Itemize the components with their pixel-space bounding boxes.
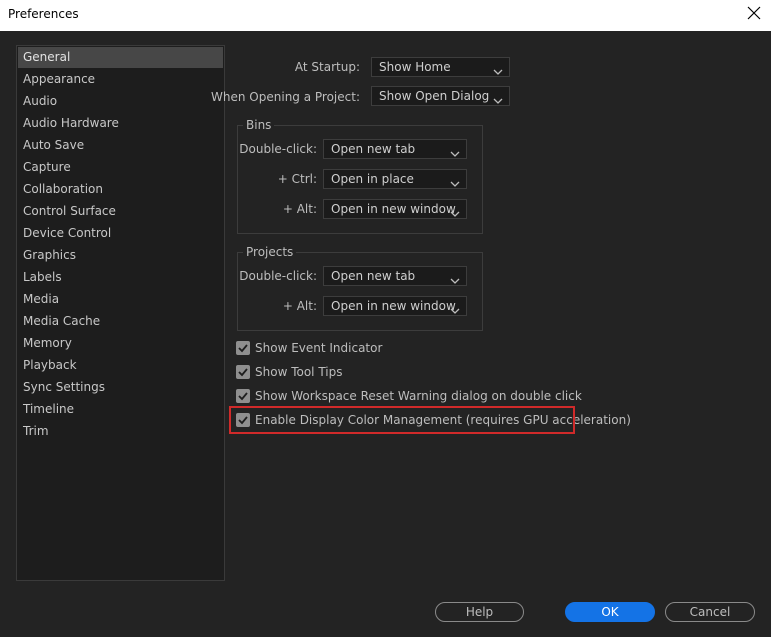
cancel-button[interactable]: Cancel (665, 602, 755, 622)
bins-alt-select[interactable]: Open in new window (323, 199, 467, 219)
sidebar-item-auto-save[interactable]: Auto Save (18, 135, 223, 156)
show-workspace-reset-warning-label: Show Workspace Reset Warning dialog on d… (255, 389, 582, 403)
sidebar-item-labels[interactable]: Labels (18, 267, 223, 288)
bins-alt-label: + Alt: (282, 202, 317, 216)
show-event-indicator-label: Show Event Indicator (255, 341, 383, 355)
sidebar-item-trim[interactable]: Trim (18, 421, 223, 442)
bins-ctrl-select[interactable]: Open in place (323, 169, 467, 189)
preferences-sidebar: General Appearance Audio Audio Hardware … (16, 45, 225, 581)
checkmark-icon (236, 341, 250, 355)
sidebar-item-media[interactable]: Media (18, 289, 223, 310)
sidebar-item-audio[interactable]: Audio (18, 91, 223, 112)
sidebar-item-device-control[interactable]: Device Control (18, 223, 223, 244)
checkmark-icon (236, 365, 250, 379)
projects-alt-select[interactable]: Open in new window (323, 296, 467, 316)
projects-group-title: Projects (243, 245, 297, 259)
bins-ctrl-label: + Ctrl: (277, 172, 317, 186)
at-startup-label: At Startup: (294, 60, 360, 74)
chevron-down-icon (450, 145, 460, 157)
when-opening-select[interactable]: Show Open Dialog (371, 86, 510, 106)
highlight-box (229, 406, 575, 434)
show-tool-tips-label: Show Tool Tips (255, 365, 343, 379)
bins-double-click-label: Double-click: (239, 142, 317, 156)
when-opening-label: When Opening a Project: (211, 90, 360, 104)
window-title: Preferences (8, 7, 79, 21)
sidebar-item-sync-settings[interactable]: Sync Settings (18, 377, 223, 398)
sidebar-item-capture[interactable]: Capture (18, 157, 223, 178)
projects-group (237, 252, 483, 331)
sidebar-item-graphics[interactable]: Graphics (18, 245, 223, 266)
bins-ctrl-value: Open in place (331, 172, 414, 186)
chevron-down-icon (493, 63, 503, 75)
chevron-down-icon (450, 302, 460, 314)
sidebar-item-collaboration[interactable]: Collaboration (18, 179, 223, 200)
sidebar-item-timeline[interactable]: Timeline (18, 399, 223, 420)
projects-alt-label: + Alt: (282, 299, 317, 313)
checkmark-icon (236, 389, 250, 403)
projects-double-click-label: Double-click: (239, 269, 317, 283)
sidebar-item-audio-hardware[interactable]: Audio Hardware (18, 113, 223, 134)
chevron-down-icon (450, 175, 460, 187)
at-startup-value: Show Home (379, 60, 451, 74)
close-icon[interactable] (747, 6, 761, 20)
bins-double-click-value: Open new tab (331, 142, 416, 156)
chevron-down-icon (450, 205, 460, 217)
sidebar-item-playback[interactable]: Playback (18, 355, 223, 376)
projects-double-click-select[interactable]: Open new tab (323, 266, 467, 286)
bins-double-click-select[interactable]: Open new tab (323, 139, 467, 159)
projects-alt-value: Open in new window (331, 299, 456, 313)
at-startup-select[interactable]: Show Home (371, 57, 510, 77)
help-button[interactable]: Help (435, 602, 524, 622)
sidebar-item-appearance[interactable]: Appearance (18, 69, 223, 90)
when-opening-value: Show Open Dialog (379, 89, 490, 103)
projects-double-click-value: Open new tab (331, 269, 416, 283)
sidebar-item-media-cache[interactable]: Media Cache (18, 311, 223, 332)
sidebar-item-control-surface[interactable]: Control Surface (18, 201, 223, 222)
ok-button[interactable]: OK (565, 602, 655, 622)
sidebar-item-general[interactable]: General (18, 47, 223, 68)
title-bar: Preferences (0, 0, 771, 31)
chevron-down-icon (493, 92, 503, 104)
bins-group-title: Bins (243, 118, 275, 132)
bins-alt-value: Open in new window (331, 202, 456, 216)
chevron-down-icon (450, 272, 460, 284)
sidebar-item-memory[interactable]: Memory (18, 333, 223, 354)
